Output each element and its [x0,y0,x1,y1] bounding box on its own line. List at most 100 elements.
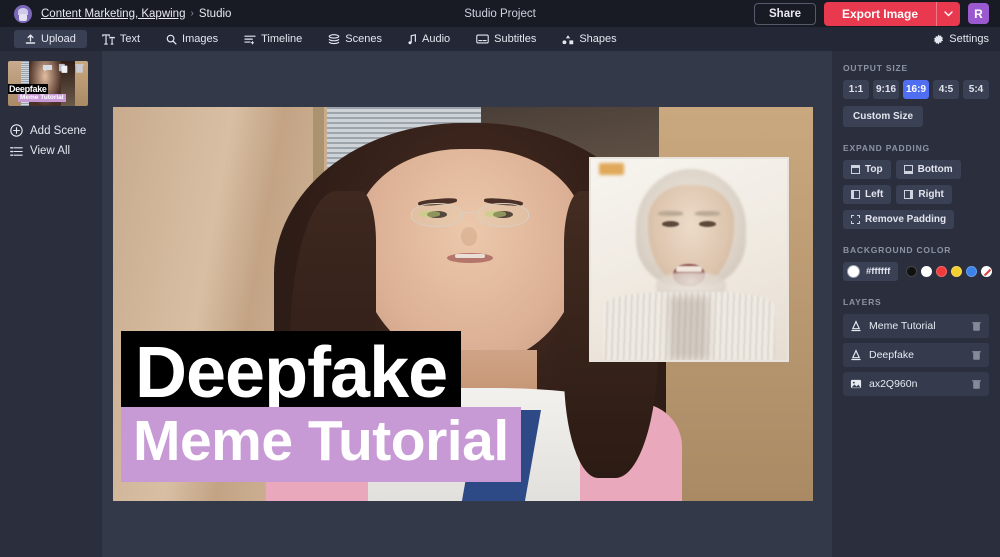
layer-delete-trash-icon[interactable] [971,379,982,390]
scenes-icon [328,33,340,45]
workspace-logo-icon[interactable] [14,4,32,23]
upload-icon [25,33,36,45]
tool-upload[interactable]: Upload [14,30,87,48]
layer-delete-trash-icon[interactable] [971,321,982,332]
swatch-white[interactable] [921,266,933,277]
layers-label: LAYERS [843,297,882,307]
remove-padding-button[interactable]: Remove Padding [843,210,955,229]
shapes-icon [562,34,574,45]
scenes-sidebar: Deepfake Meme Tutorial Add Scene View Al… [0,51,102,557]
top-bar: Content Marketing, Kapwing › Studio Stud… [0,0,1000,27]
plus-circle-icon [10,124,23,137]
padding-left-button[interactable]: Left [843,185,892,204]
layer-name: ax2Q960n [869,378,918,390]
settings-label: Settings [949,33,989,45]
padding-top-icon [851,165,860,174]
remove-padding-icon [851,215,860,224]
canvas-text-layer-meme-tutorial[interactable]: Meme Tutorial [121,407,521,482]
expand-padding-label: EXPAND PADDING [843,143,930,153]
tool-text-label: Text [119,33,141,45]
remove-padding-label: Remove Padding [865,214,947,225]
export-image-button[interactable]: Export Image [823,1,936,26]
tool-subtitles[interactable]: Subtitles [465,30,547,48]
tool-audio-label: Audio [422,33,451,45]
tool-audio[interactable]: Audio [397,30,461,48]
layer-name: Deepfake [869,349,914,361]
scene-thumbnail[interactable]: Deepfake Meme Tutorial [8,61,88,106]
ratio-5-4[interactable]: 5:4 [963,80,989,99]
padding-row-1: Top Bottom [843,160,989,179]
add-scene-label: Add Scene [30,124,87,137]
padding-left-icon [851,190,860,199]
tool-images[interactable]: Images [155,30,229,48]
search-icon [166,34,177,45]
tool-subtitles-label: Subtitles [494,33,537,45]
custom-size-button[interactable]: Custom Size [843,106,924,127]
swatch-transparent[interactable] [981,266,993,277]
output-size-options: 1:1 9:16 16:9 4:5 5:4 [843,80,989,99]
kapwing-studio-app: Content Marketing, Kapwing › Studio Stud… [0,0,1000,557]
swatch-blue[interactable] [966,266,978,277]
background-color-controls: #ffffff [843,262,993,281]
scene-thumb-actions [41,62,86,75]
view-all-label: View All [30,145,71,157]
tool-upload-label: Upload [41,33,76,45]
view-all-button[interactable]: View All [0,141,102,161]
swatch-red[interactable] [936,266,948,277]
padding-left-label: Left [865,189,884,200]
layer-item-deepfake[interactable]: Deepfake [843,343,989,367]
background-hex-field[interactable]: #ffffff [843,262,899,281]
tool-timeline[interactable]: Timeline [233,30,313,48]
duplicate-icon[interactable] [57,62,70,75]
main-toolbar: Upload Text Images Timeline Scenes Audio… [0,27,1000,51]
export-options-chevron-down-icon[interactable] [936,1,960,26]
tool-shapes[interactable]: Shapes [551,30,627,48]
swatch-black[interactable] [906,266,918,277]
color-swatches [906,266,993,277]
swatch-yellow[interactable] [951,266,963,277]
list-icon [10,146,23,157]
padding-right-icon [904,190,914,199]
add-scene-button[interactable]: Add Scene [0,120,102,141]
image-layer-icon [850,378,862,390]
tool-images-label: Images [182,33,219,45]
tool-timeline-label: Timeline [261,33,303,45]
breadcrumb-current: Studio [198,7,232,20]
scene-thumb-text-top: Deepfake [8,84,48,94]
design-canvas[interactable]: Deepfake Meme Tutorial [113,107,813,501]
output-size-label: OUTPUT SIZE [843,63,908,73]
layer-delete-trash-icon[interactable] [971,350,982,361]
gear-icon [933,34,944,45]
background-hex-value: #ffffff [866,266,891,277]
comment-icon[interactable] [41,62,54,75]
padding-row-3: Remove Padding [843,210,989,229]
text-layer-icon [850,349,862,361]
tool-scenes-label: Scenes [345,33,382,45]
text-icon [102,33,115,45]
editor-stage: Deepfake Meme Tutorial [102,51,832,557]
audio-note-icon [408,33,417,45]
subtitles-icon [476,34,489,44]
layer-item-image[interactable]: ax2Q960n [843,372,989,396]
breadcrumb-separator: › [190,8,194,19]
top-bar-actions: Share Export Image R [754,1,989,26]
text-layer-icon [850,320,862,332]
padding-row-2: Left Right [843,185,989,204]
ratio-4-5[interactable]: 4:5 [933,80,959,99]
padding-bottom-button[interactable]: Bottom [895,160,961,179]
pip-overlay-image[interactable] [589,157,789,362]
breadcrumb-workspace-link[interactable]: Content Marketing, Kapwing [41,8,185,20]
tool-text[interactable]: Text [91,30,151,48]
tool-shapes-label: Shapes [579,33,617,45]
ratio-9-16[interactable]: 9:16 [873,80,899,99]
tool-scenes[interactable]: Scenes [317,30,393,48]
trash-icon[interactable] [73,62,86,75]
ratio-16-9[interactable]: 16:9 [903,80,929,99]
layer-item-meme-tutorial[interactable]: Meme Tutorial [843,314,989,338]
user-avatar[interactable]: R [968,3,989,24]
share-button[interactable]: Share [754,2,816,25]
ratio-1-1[interactable]: 1:1 [843,80,869,99]
settings-button[interactable]: Settings [933,33,989,45]
padding-right-button[interactable]: Right [896,185,952,204]
padding-top-button[interactable]: Top [843,160,891,179]
